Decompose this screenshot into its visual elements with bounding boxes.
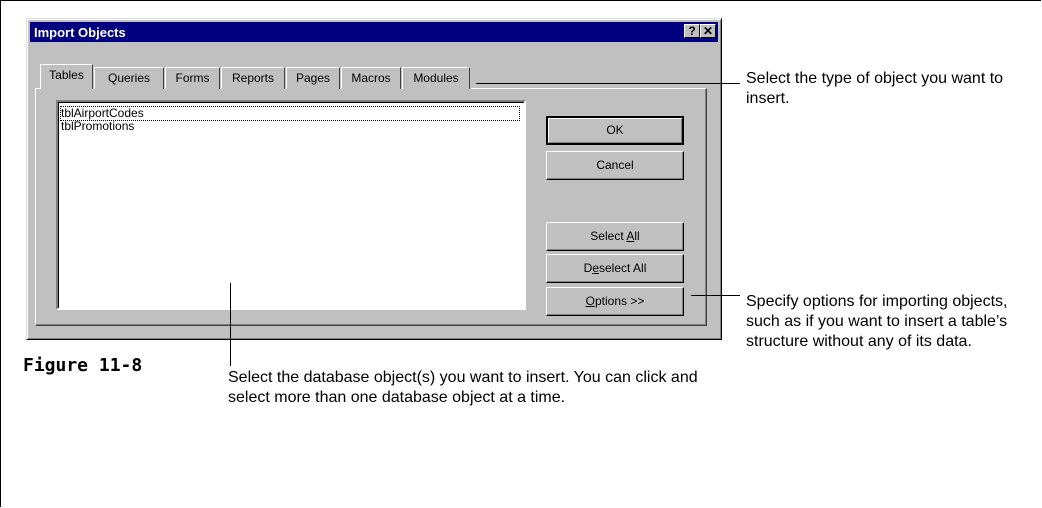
tab-pages[interactable]: Pages bbox=[286, 67, 340, 89]
tabs-callout-line bbox=[476, 83, 740, 84]
list-callout-line bbox=[230, 283, 231, 366]
tab-reports[interactable]: Reports bbox=[221, 67, 285, 89]
options-callout-line bbox=[691, 295, 740, 296]
options-button[interactable]: Options >> bbox=[546, 287, 684, 316]
figure-caption: Figure 11-8 bbox=[23, 355, 143, 376]
deselect-all-button[interactable]: Deselect All bbox=[546, 254, 684, 283]
tabs-annotation: Select the type of object you want to in… bbox=[746, 70, 1004, 107]
cancel-button[interactable]: Cancel bbox=[546, 151, 684, 180]
list-annotation: Select the database object(s) you want t… bbox=[228, 369, 698, 406]
tab-tables[interactable]: Tables bbox=[40, 64, 93, 89]
list-item[interactable]: tblPromotions bbox=[61, 120, 134, 133]
object-listbox[interactable]: tblAirportCodes tblPromotions bbox=[56, 100, 526, 310]
tab-modules[interactable]: Modules bbox=[402, 67, 470, 89]
options-annotation: Specify options for importing objects, s… bbox=[746, 293, 1008, 350]
select-all-button[interactable]: Select All bbox=[546, 222, 684, 251]
ok-button[interactable]: OK bbox=[546, 116, 684, 145]
tab-queries[interactable]: Queries bbox=[94, 67, 164, 89]
tab-macros[interactable]: Macros bbox=[341, 67, 401, 89]
tab-forms[interactable]: Forms bbox=[165, 67, 220, 89]
